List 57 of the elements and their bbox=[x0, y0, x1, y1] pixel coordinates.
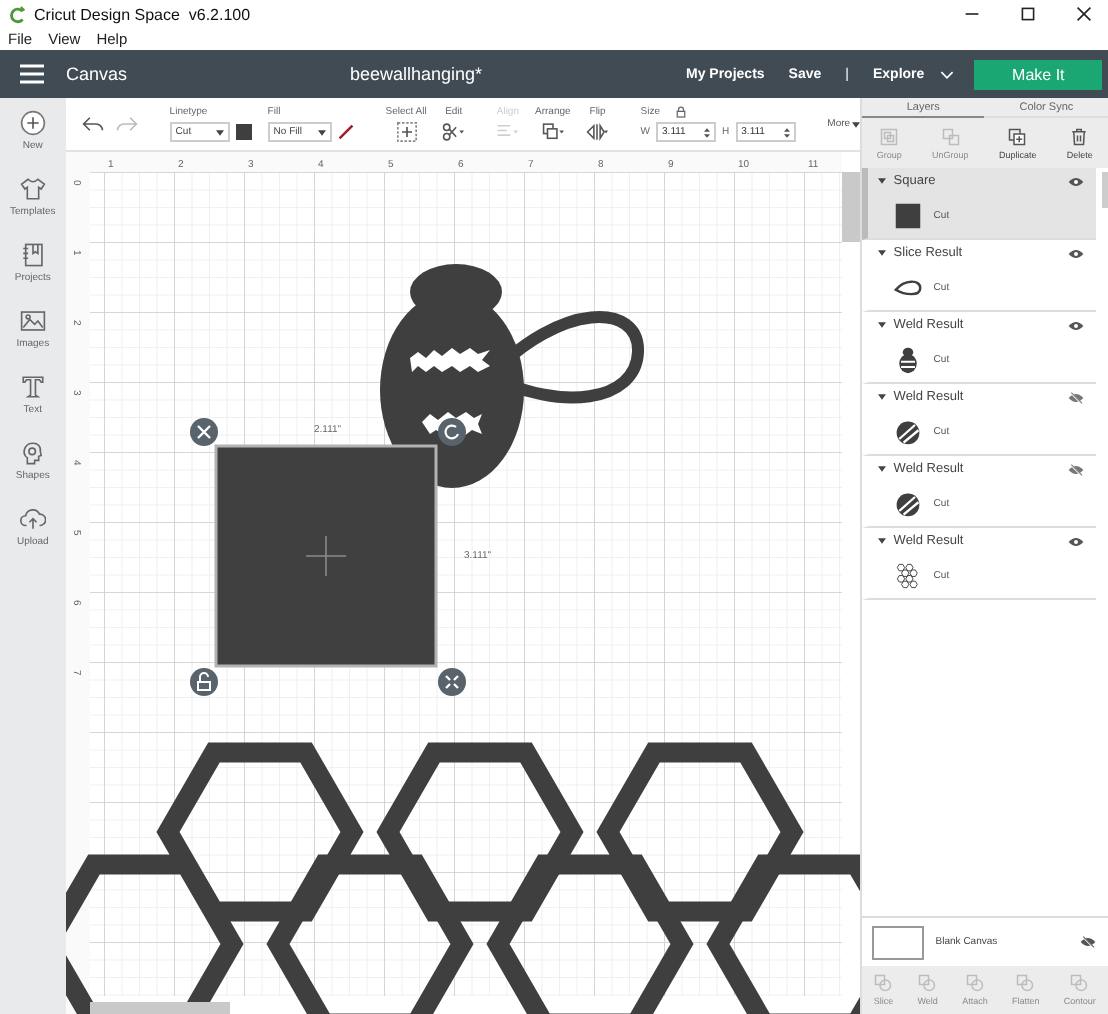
eye-icon[interactable] bbox=[1068, 247, 1084, 259]
edit-icon[interactable] bbox=[442, 122, 465, 142]
trash-icon[interactable] bbox=[1070, 127, 1089, 145]
notebook-icon[interactable] bbox=[19, 242, 46, 268]
select-all-icon[interactable] bbox=[395, 122, 418, 142]
flip-icon[interactable] bbox=[586, 122, 609, 142]
expand-caret-icon[interactable] bbox=[877, 178, 886, 184]
app-logo-icon bbox=[10, 5, 28, 23]
maximize-icon[interactable] bbox=[1020, 6, 1036, 22]
delete-handle[interactable] bbox=[189, 418, 218, 446]
eye-icon[interactable] bbox=[1068, 319, 1084, 331]
expand-caret-icon[interactable] bbox=[877, 250, 886, 256]
selected-square[interactable] bbox=[214, 444, 438, 668]
expand-caret-icon[interactable] bbox=[877, 538, 886, 544]
chevron-down-icon[interactable] bbox=[940, 69, 955, 79]
expand-caret-icon[interactable] bbox=[877, 394, 886, 400]
caret-icon bbox=[852, 121, 861, 127]
striped-oval-thumbnail-icon bbox=[893, 418, 922, 446]
eye-icon[interactable] bbox=[1068, 175, 1084, 187]
expand-caret-icon[interactable] bbox=[877, 322, 886, 328]
lock-handle[interactable] bbox=[189, 668, 218, 696]
shapes-icon[interactable] bbox=[19, 440, 46, 466]
arrange-icon[interactable] bbox=[541, 122, 564, 142]
spinner-icon[interactable] bbox=[783, 127, 790, 137]
square-thumbnail-icon bbox=[893, 202, 922, 230]
no-fill-icon[interactable] bbox=[337, 124, 354, 140]
duplicate-icon[interactable] bbox=[1008, 127, 1027, 145]
bee-thumbnail-icon bbox=[893, 346, 922, 374]
cloud-upload-icon[interactable] bbox=[19, 506, 46, 532]
blank-canvas-swatch[interactable] bbox=[871, 925, 924, 959]
menu-icon[interactable] bbox=[20, 64, 44, 84]
section-title: Canvas bbox=[66, 64, 130, 84]
t-shirt-icon[interactable] bbox=[19, 176, 46, 202]
window-title: Cricut Design Space v6.2.100 bbox=[34, 5, 251, 23]
project-title: beewallhanging* bbox=[350, 64, 485, 84]
letter-t-icon[interactable] bbox=[19, 374, 46, 400]
scale-handle[interactable] bbox=[437, 668, 466, 696]
undo-icon[interactable] bbox=[81, 114, 104, 134]
image-icon[interactable] bbox=[19, 308, 46, 334]
rotate-handle[interactable] bbox=[437, 418, 466, 446]
plus-circle-icon[interactable] bbox=[19, 110, 46, 136]
line-color-swatch[interactable] bbox=[235, 124, 252, 140]
panel-scrollbar[interactable] bbox=[1102, 172, 1108, 208]
hidden-eye-icon[interactable] bbox=[1080, 936, 1096, 948]
hidden-eye-icon[interactable] bbox=[1068, 391, 1084, 403]
lock-icon[interactable] bbox=[676, 106, 687, 118]
eye-icon[interactable] bbox=[1068, 535, 1084, 547]
striped-oval-thumbnail-icon bbox=[893, 490, 922, 518]
horizontal-scrollbar[interactable] bbox=[89, 1002, 230, 1014]
close-icon[interactable] bbox=[1076, 6, 1092, 22]
expand-caret-icon[interactable] bbox=[877, 466, 886, 472]
caret-icon bbox=[215, 129, 224, 135]
caret-icon bbox=[317, 129, 326, 135]
center-crosshair bbox=[304, 535, 347, 577]
hidden-eye-icon[interactable] bbox=[1068, 463, 1084, 475]
spinner-icon[interactable] bbox=[704, 127, 711, 137]
honeycomb-thumbnail-icon bbox=[893, 562, 922, 590]
